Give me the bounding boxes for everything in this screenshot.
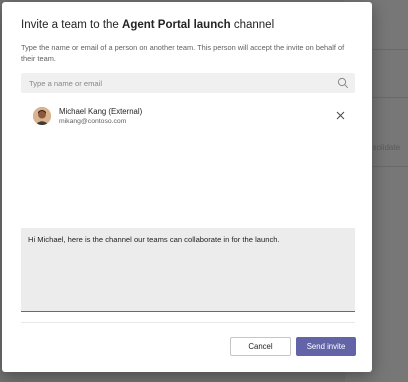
invite-message-field[interactable]: Hi Michael, here is the channel our team… bbox=[21, 228, 355, 312]
background-partial-text: nsolidate bbox=[368, 143, 401, 152]
invitee-email: mikang@contoso.com bbox=[59, 118, 127, 125]
dialog-title: Invite a team to the Agent Portal launch… bbox=[21, 19, 275, 31]
invitee-name: Michael Kang (External) bbox=[59, 107, 143, 116]
footer-divider bbox=[21, 322, 355, 323]
close-icon[interactable] bbox=[335, 110, 346, 121]
send-invite-button[interactable]: Send invite bbox=[296, 337, 356, 356]
search-icon[interactable] bbox=[337, 77, 349, 89]
invite-team-dialog: Invite a team to the Agent Portal launch… bbox=[2, 2, 372, 372]
cancel-button[interactable]: Cancel bbox=[230, 337, 291, 356]
search-input[interactable] bbox=[21, 73, 331, 93]
avatar bbox=[33, 107, 51, 125]
invitee-item: Michael Kang (External) mikang@contoso.c… bbox=[21, 102, 355, 132]
channel-name: Agent Portal launch bbox=[122, 19, 231, 31]
search-box[interactable] bbox=[21, 73, 355, 93]
dialog-description: Type the name or email of a person on an… bbox=[21, 43, 345, 63]
